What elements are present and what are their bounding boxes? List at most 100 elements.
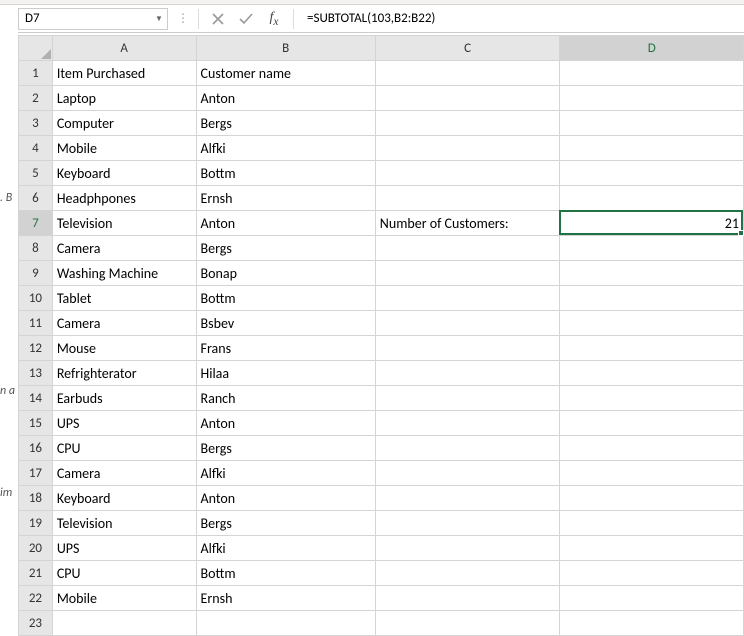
cell-C7[interactable]: Number of Customers: — [375, 211, 560, 236]
cell-B15[interactable]: Anton — [196, 411, 375, 436]
cell-A20[interactable]: UPS — [52, 536, 196, 561]
cell-B22[interactable]: Ernsh — [196, 586, 375, 611]
row-header-20[interactable]: 20 — [19, 536, 53, 561]
cell-B4[interactable]: Alfki — [196, 136, 375, 161]
name-box[interactable]: D7 ▼ — [18, 8, 168, 30]
cell-B6[interactable]: Ernsh — [196, 186, 375, 211]
cell-D9[interactable] — [560, 261, 744, 286]
cell-A22[interactable]: Mobile — [52, 586, 196, 611]
row-header-15[interactable]: 15 — [19, 411, 53, 436]
cell-B1[interactable]: Customer name — [196, 61, 375, 86]
cell-D11[interactable] — [560, 311, 744, 336]
cell-D12[interactable] — [560, 336, 744, 361]
column-header-a[interactable]: A — [52, 36, 196, 61]
cell-C3[interactable] — [375, 111, 560, 136]
cell-D20[interactable] — [560, 536, 744, 561]
spreadsheet-grid[interactable]: ABCD1Item PurchasedCustomer name2LaptopA… — [18, 35, 744, 636]
cell-A17[interactable]: Camera — [52, 461, 196, 486]
cell-D8[interactable] — [560, 236, 744, 261]
cell-C2[interactable] — [375, 86, 560, 111]
row-header-17[interactable]: 17 — [19, 461, 53, 486]
cell-A10[interactable]: Tablet — [52, 286, 196, 311]
cell-D14[interactable] — [560, 386, 744, 411]
cell-D15[interactable] — [560, 411, 744, 436]
select-all-corner[interactable] — [19, 36, 53, 61]
cell-D6[interactable] — [560, 186, 744, 211]
cell-A18[interactable]: Keyboard — [52, 486, 196, 511]
cell-A21[interactable]: CPU — [52, 561, 196, 586]
cell-D22[interactable] — [560, 586, 744, 611]
cell-D10[interactable] — [560, 286, 744, 311]
column-header-c[interactable]: C — [375, 36, 560, 61]
cell-B12[interactable]: Frans — [196, 336, 375, 361]
cell-A14[interactable]: Earbuds — [52, 386, 196, 411]
cell-B7[interactable]: Anton — [196, 211, 375, 236]
cell-B2[interactable]: Anton — [196, 86, 375, 111]
cell-B11[interactable]: Bsbev — [196, 311, 375, 336]
cell-D21[interactable] — [560, 561, 744, 586]
cell-A12[interactable]: Mouse — [52, 336, 196, 361]
column-header-b[interactable]: B — [196, 36, 375, 61]
cell-C10[interactable] — [375, 286, 560, 311]
cell-C17[interactable] — [375, 461, 560, 486]
cell-C11[interactable] — [375, 311, 560, 336]
column-header-d[interactable]: D — [560, 36, 744, 61]
cell-A15[interactable]: UPS — [52, 411, 196, 436]
cell-A3[interactable]: Computer — [52, 111, 196, 136]
cell-C21[interactable] — [375, 561, 560, 586]
cell-C9[interactable] — [375, 261, 560, 286]
cell-D2[interactable] — [560, 86, 744, 111]
cell-C12[interactable] — [375, 336, 560, 361]
cell-A5[interactable]: Keyboard — [52, 161, 196, 186]
row-header-11[interactable]: 11 — [19, 311, 53, 336]
cell-C16[interactable] — [375, 436, 560, 461]
row-header-16[interactable]: 16 — [19, 436, 53, 461]
confirm-formula-button[interactable] — [232, 7, 260, 31]
row-header-10[interactable]: 10 — [19, 286, 53, 311]
row-header-8[interactable]: 8 — [19, 236, 53, 261]
row-header-22[interactable]: 22 — [19, 586, 53, 611]
cell-A7[interactable]: Television — [52, 211, 196, 236]
cell-A2[interactable]: Laptop — [52, 86, 196, 111]
cell-A23[interactable] — [52, 611, 196, 636]
cell-C20[interactable] — [375, 536, 560, 561]
cell-B16[interactable]: Bergs — [196, 436, 375, 461]
cell-A6[interactable]: Headphpones — [52, 186, 196, 211]
cell-B5[interactable]: Bottm — [196, 161, 375, 186]
cell-D7[interactable]: 21 — [560, 211, 744, 236]
cell-D16[interactable] — [560, 436, 744, 461]
cell-D4[interactable] — [560, 136, 744, 161]
cell-C23[interactable] — [375, 611, 560, 636]
cell-B17[interactable]: Alfki — [196, 461, 375, 486]
row-header-7[interactable]: 7 — [19, 211, 53, 236]
cell-A13[interactable]: Refrighterator — [52, 361, 196, 386]
cell-B9[interactable]: Bonap — [196, 261, 375, 286]
cell-D18[interactable] — [560, 486, 744, 511]
row-header-9[interactable]: 9 — [19, 261, 53, 286]
row-header-19[interactable]: 19 — [19, 511, 53, 536]
cell-D1[interactable] — [560, 61, 744, 86]
cell-C18[interactable] — [375, 486, 560, 511]
cell-B20[interactable]: Alfki — [196, 536, 375, 561]
cell-B14[interactable]: Ranch — [196, 386, 375, 411]
cell-D13[interactable] — [560, 361, 744, 386]
formula-input[interactable]: =SUBTOTAL(103,B2:B22) — [299, 5, 744, 32]
chevron-down-icon[interactable]: ▼ — [151, 14, 167, 24]
cell-B3[interactable]: Bergs — [196, 111, 375, 136]
row-header-18[interactable]: 18 — [19, 486, 53, 511]
cell-A8[interactable]: Camera — [52, 236, 196, 261]
cell-A16[interactable]: CPU — [52, 436, 196, 461]
cell-A11[interactable]: Camera — [52, 311, 196, 336]
cell-B23[interactable] — [196, 611, 375, 636]
cell-A4[interactable]: Mobile — [52, 136, 196, 161]
cell-C22[interactable] — [375, 586, 560, 611]
cell-D19[interactable] — [560, 511, 744, 536]
cell-C4[interactable] — [375, 136, 560, 161]
cell-A19[interactable]: Television — [52, 511, 196, 536]
cell-C5[interactable] — [375, 161, 560, 186]
row-header-4[interactable]: 4 — [19, 136, 53, 161]
row-header-23[interactable]: 23 — [19, 611, 53, 636]
cell-B18[interactable]: Anton — [196, 486, 375, 511]
cell-C15[interactable] — [375, 411, 560, 436]
cell-C1[interactable] — [375, 61, 560, 86]
